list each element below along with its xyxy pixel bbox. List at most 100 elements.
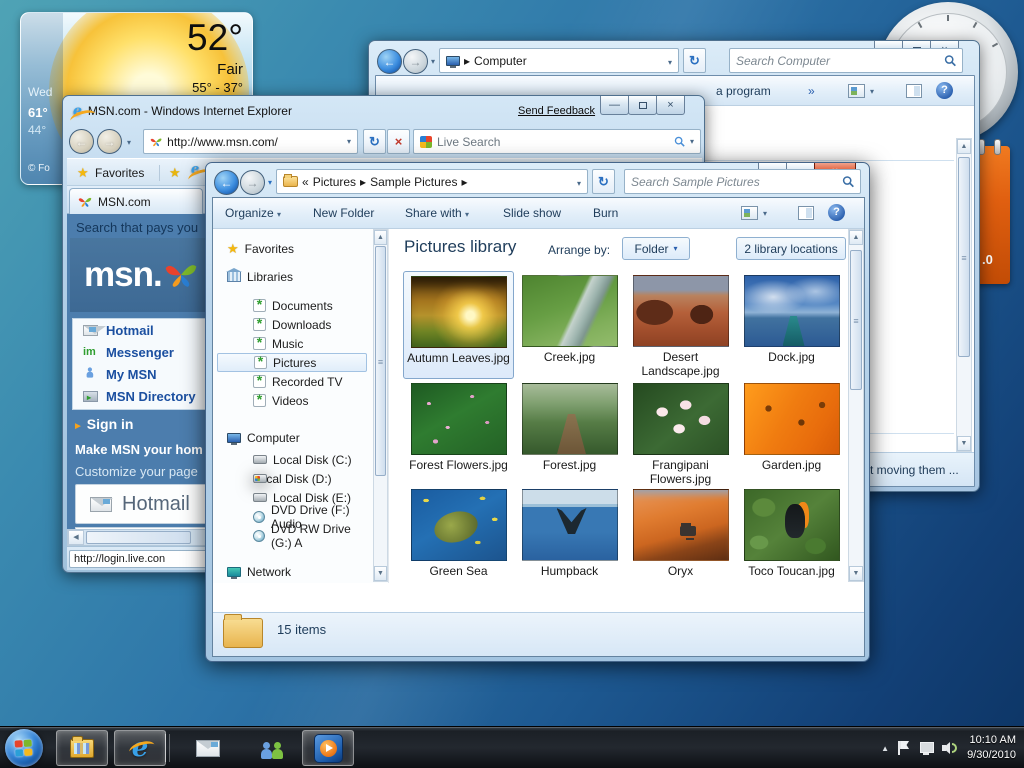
file-frangipani-flowers[interactable]: Frangipani Flowers.jpg — [625, 379, 736, 485]
nav-computer[interactable]: Computer — [213, 428, 371, 447]
breadcrumb-sample-pictures[interactable]: Sample Pictures — [370, 175, 457, 189]
make-msn-home-link[interactable]: Make MSN your hom — [75, 442, 203, 457]
scroll-up-button[interactable]: ▲ — [957, 139, 971, 154]
breadcrumb-dropdown-icon[interactable]: ▾ — [668, 58, 672, 67]
library-locations-button[interactable]: 2 library locations — [736, 237, 846, 260]
file-green-sea[interactable]: Green Sea — [403, 485, 514, 583]
breadcrumb-field[interactable]: ▸ Computer ▾ — [439, 48, 679, 73]
refresh-button[interactable]: ↻ — [363, 129, 386, 154]
nav-libraries[interactable]: Libraries — [213, 267, 371, 286]
arrange-by-dropdown[interactable]: Folder▾ — [622, 237, 690, 260]
new-folder-button[interactable]: New Folder — [313, 206, 374, 220]
pictures-window[interactable]: Send Feedback — × ← → ▾ « Pictures ▸ Sam… — [205, 162, 870, 662]
address-field[interactable]: ▾ — [143, 129, 358, 154]
maximize-button[interactable] — [628, 96, 657, 115]
breadcrumb-pictures[interactable]: Pictures — [313, 175, 356, 189]
forward-button[interactable]: → — [403, 49, 428, 74]
breadcrumb-dropdown-icon[interactable]: ▾ — [577, 179, 581, 188]
nav-scrollbar[interactable]: ▲ ≡ ▼ — [373, 229, 388, 582]
file-desert-landscape[interactable]: Desert Landscape.jpg — [625, 271, 736, 377]
file-garden[interactable]: Garden.jpg — [736, 379, 847, 485]
search-icon[interactable] — [944, 54, 956, 67]
favorites-button[interactable]: Favorites — [95, 166, 144, 180]
file-toco-toucan[interactable]: Toco Toucan.jpg — [736, 485, 847, 583]
preview-pane-icon[interactable] — [798, 206, 814, 220]
share-with-button[interactable]: Share with ▾ — [405, 206, 469, 220]
preview-pane-icon[interactable] — [906, 84, 922, 98]
search-input[interactable] — [631, 175, 842, 189]
stop-button[interactable]: × — [387, 129, 410, 154]
breadcrumb-overflow[interactable]: « — [302, 175, 309, 189]
views-icon[interactable] — [848, 84, 865, 98]
file-forest-flowers[interactable]: Forest Flowers.jpg — [403, 379, 514, 485]
add-favorite-icon[interactable]: ★ — [169, 165, 181, 181]
nav-pictures-selected[interactable]: * Pictures — [217, 353, 367, 372]
scroll-down-button[interactable]: ▼ — [849, 566, 863, 581]
taskbar-explorer-button[interactable] — [56, 730, 108, 766]
refresh-button[interactable]: ↻ — [592, 169, 615, 194]
burn-button[interactable]: Burn — [593, 206, 618, 220]
scroll-down-button[interactable]: ▼ — [957, 436, 971, 451]
file-creek[interactable]: Creek.jpg — [514, 271, 625, 377]
views-dropdown-icon[interactable]: ▾ — [870, 87, 874, 96]
toolbar-clipped-label[interactable]: a program — [716, 84, 771, 98]
search-provider-dropdown-icon[interactable]: ▾ — [690, 137, 694, 146]
live-search-input[interactable] — [437, 135, 669, 149]
organize-button[interactable]: Organize ▾ — [225, 206, 281, 220]
scroll-down-button[interactable]: ▼ — [374, 566, 387, 581]
nav-local-disk-c[interactable]: Local Disk (C:) — [213, 450, 371, 469]
nav-music[interactable]: * Music — [213, 334, 371, 353]
back-button[interactable]: ← — [69, 129, 94, 154]
file-dock[interactable]: Dock.jpg — [736, 271, 847, 377]
views-icon[interactable] — [741, 206, 758, 220]
slide-show-button[interactable]: Slide show — [503, 206, 561, 220]
nav-videos[interactable]: * Videos — [213, 391, 371, 410]
nav-dvd-rw-drive-g[interactable]: DVD RW Drive (G:) A — [213, 526, 371, 545]
vertical-scrollbar[interactable]: ▲ ≡ ▼ — [956, 138, 972, 452]
search-icon[interactable] — [842, 175, 854, 188]
history-dropdown-icon[interactable]: ▾ — [431, 57, 435, 66]
search-icon[interactable] — [674, 135, 685, 148]
nav-documents[interactable]: * Documents — [213, 296, 371, 315]
help-icon[interactable]: ? — [828, 204, 845, 221]
scroll-up-button[interactable]: ▲ — [849, 230, 863, 245]
breadcrumb-field[interactable]: « Pictures ▸ Sample Pictures ▸ ▾ — [276, 169, 588, 194]
live-search-box[interactable]: ▾ — [413, 129, 701, 154]
scrollbar-thumb[interactable]: ≡ — [375, 246, 386, 476]
scroll-left-button[interactable]: ◀ — [68, 530, 84, 545]
taskbar-media-player-button[interactable] — [302, 730, 354, 766]
search-box[interactable] — [624, 169, 861, 194]
nav-favorites[interactable]: ★ Favorites — [213, 239, 371, 258]
forward-button[interactable]: → — [240, 170, 265, 195]
sign-in-link[interactable]: ► Sign in — [73, 416, 133, 432]
search-input[interactable] — [736, 54, 944, 68]
scrollbar-thumb[interactable]: ≡ — [958, 157, 970, 357]
file-forest[interactable]: Forest.jpg — [514, 379, 625, 485]
network-tray-icon[interactable] — [919, 741, 933, 755]
minimize-button[interactable]: — — [600, 96, 629, 115]
file-humpback[interactable]: Humpback — [514, 485, 625, 583]
url-input[interactable] — [167, 135, 342, 149]
views-dropdown-icon[interactable]: ▾ — [763, 209, 767, 218]
scrollbar-thumb[interactable] — [86, 531, 191, 544]
forward-button[interactable]: → — [97, 129, 122, 154]
back-button[interactable]: ← — [214, 170, 239, 195]
close-button[interactable]: × — [656, 96, 685, 115]
help-icon[interactable]: ? — [936, 82, 953, 99]
suggested-sites-icon[interactable]: e — [191, 163, 199, 176]
refresh-button[interactable]: ↻ — [683, 48, 706, 73]
volume-icon[interactable] — [942, 741, 958, 755]
search-box[interactable] — [729, 48, 963, 73]
taskbar-mail-button[interactable] — [185, 730, 231, 766]
show-hidden-icons-button[interactable]: ▲ — [881, 744, 889, 753]
scroll-up-button[interactable]: ▲ — [374, 230, 387, 245]
nav-network[interactable]: Network — [213, 562, 371, 581]
customize-page-link[interactable]: Customize your page — [75, 464, 198, 479]
tray-clock[interactable]: 10:10 AM 9/30/2010 — [967, 733, 1016, 763]
scrollbar-thumb[interactable]: ≡ — [850, 250, 862, 390]
toolbar-overflow-chevron[interactable]: » — [808, 84, 815, 98]
nav-recorded-tv[interactable]: * Recorded TV — [213, 372, 371, 391]
nav-downloads[interactable]: * Downloads — [213, 315, 371, 334]
vertical-scrollbar[interactable]: ▲ ≡ ▼ — [848, 229, 864, 582]
history-dropdown-icon[interactable]: ▾ — [127, 138, 131, 147]
